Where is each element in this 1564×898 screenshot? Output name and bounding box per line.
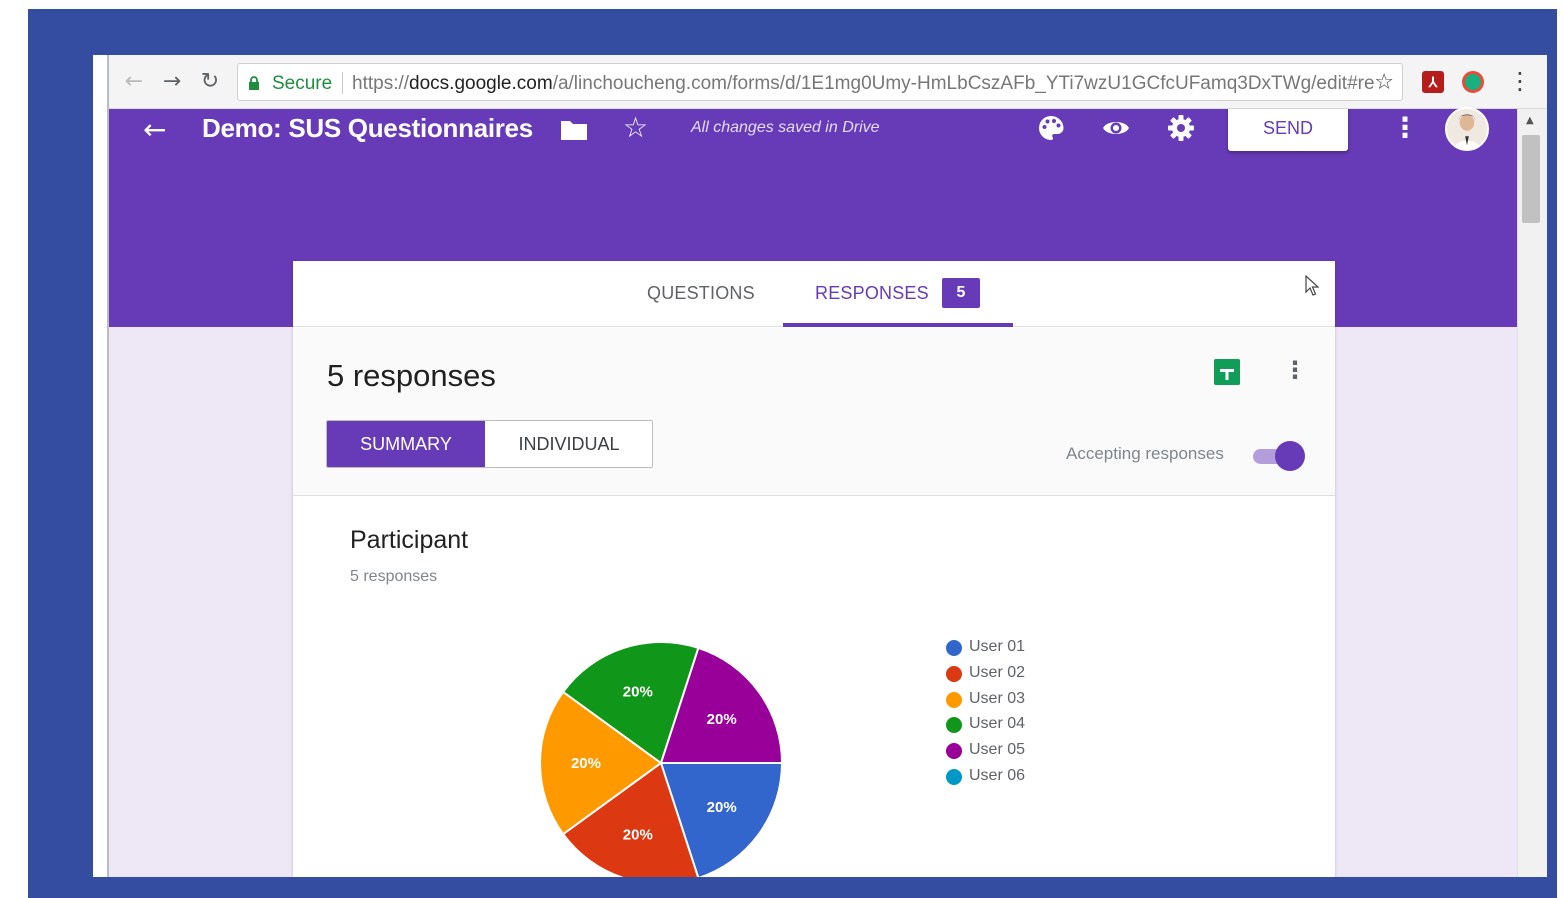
slide-frame: ← → ↻ Secure https://docs.google.com/a/l… xyxy=(28,9,1557,898)
responses-summary-header: 5 responses ⋮ SUMMARY INDIVIDUAL Accepti… xyxy=(293,328,1335,496)
forward-arrow-icon[interactable]: → xyxy=(159,69,185,95)
legend-label: User 04 xyxy=(969,715,1026,733)
address-bar[interactable]: Secure https://docs.google.com/a/linchou… xyxy=(237,63,1403,101)
back-arrow-icon[interactable]: ← xyxy=(143,113,166,146)
legend-swatch xyxy=(946,665,962,682)
url-text[interactable]: https://docs.google.com/a/linchoucheng.c… xyxy=(352,73,1376,95)
form-tabs: QUESTIONS RESPONSES 5 xyxy=(293,261,1335,327)
pie-chart: 20% 20% 20% 20% 20% xyxy=(539,641,784,877)
browser-menu-icon[interactable]: ⋮ xyxy=(1508,67,1532,95)
browser-toolbar: ← → ↻ Secure https://docs.google.com/a/l… xyxy=(109,55,1547,109)
pie-slice-label-4: 20% xyxy=(623,684,653,701)
responses-count-title: 5 responses xyxy=(327,358,496,393)
folder-icon[interactable] xyxy=(560,119,588,141)
individual-button[interactable]: INDIVIDUAL xyxy=(485,421,652,467)
legend-swatch xyxy=(946,691,962,708)
legend-swatch xyxy=(946,743,962,760)
form-title[interactable]: Demo: SUS Questionnaires xyxy=(202,113,533,144)
palette-icon[interactable] xyxy=(1036,113,1066,143)
reload-icon[interactable]: ↻ xyxy=(197,69,223,95)
preview-eye-icon[interactable] xyxy=(1101,113,1131,143)
address-separator xyxy=(342,72,343,94)
pie-slice-label-3: 20% xyxy=(571,755,601,772)
avatar[interactable] xyxy=(1445,107,1489,151)
url-path: /a/linchoucheng.com/forms/d/1E1mg0Umy-Hm… xyxy=(552,73,1375,94)
page-scrollbar[interactable]: ▲ xyxy=(1517,109,1547,877)
legend-label: User 01 xyxy=(969,638,1026,655)
active-tab-indicator xyxy=(783,323,1013,327)
question-response-count: 5 responses xyxy=(350,568,438,585)
tab-responses[interactable]: RESPONSES xyxy=(815,283,929,304)
pdf-extension-icon[interactable]: ⅄ xyxy=(1422,71,1444,93)
pie-slice-label-2: 20% xyxy=(623,826,653,843)
more-vert-icon[interactable]: ⋮ xyxy=(1283,356,1307,384)
send-button[interactable]: SEND xyxy=(1228,109,1348,151)
bookmark-star-icon[interactable]: ☆ xyxy=(1374,70,1394,95)
url-domain: docs.google.com xyxy=(409,73,553,94)
mouse-cursor-icon xyxy=(1305,275,1320,296)
pie-slice-label-5: 20% xyxy=(707,711,737,728)
legend-swatch xyxy=(946,768,962,785)
more-vert-icon[interactable]: ⋮ xyxy=(1391,111,1419,144)
view-toggle: SUMMARY INDIVIDUAL xyxy=(326,420,653,468)
legend-label: User 02 xyxy=(969,663,1026,681)
settings-gear-icon[interactable] xyxy=(1166,113,1196,143)
lock-icon xyxy=(249,76,259,90)
legend-swatch xyxy=(946,640,962,656)
summary-button[interactable]: SUMMARY xyxy=(327,421,485,467)
save-status: All changes saved in Drive xyxy=(691,119,880,136)
pie-slice-label-1: 20% xyxy=(707,799,737,816)
responses-card: QUESTIONS RESPONSES 5 5 responses ⋮ SUMM… xyxy=(293,261,1335,877)
tab-questions[interactable]: QUESTIONS xyxy=(647,283,755,304)
star-icon[interactable]: ☆ xyxy=(623,111,648,144)
extension-icon[interactable] xyxy=(1462,71,1484,93)
accepting-responses-toggle[interactable] xyxy=(1253,441,1305,471)
responses-count-badge: 5 xyxy=(942,278,980,308)
legend-label: User 03 xyxy=(969,689,1026,707)
accepting-responses-label: Accepting responses xyxy=(1066,444,1224,463)
legend-swatch xyxy=(946,717,962,734)
toggle-knob xyxy=(1275,441,1305,471)
legend-label: User 06 xyxy=(969,766,1026,784)
secure-label: Secure xyxy=(272,73,333,94)
sheets-icon[interactable] xyxy=(1214,359,1240,385)
url-prefix: https:// xyxy=(352,73,410,94)
back-arrow-icon[interactable]: ← xyxy=(121,69,147,95)
legend-label: User 05 xyxy=(969,741,1026,759)
scroll-thumb[interactable] xyxy=(1522,135,1540,223)
question-title: Participant xyxy=(350,526,469,554)
browser-screen: ← → ↻ Secure https://docs.google.com/a/l… xyxy=(93,55,1547,877)
scroll-up-arrow-icon[interactable]: ▲ xyxy=(1526,115,1534,126)
